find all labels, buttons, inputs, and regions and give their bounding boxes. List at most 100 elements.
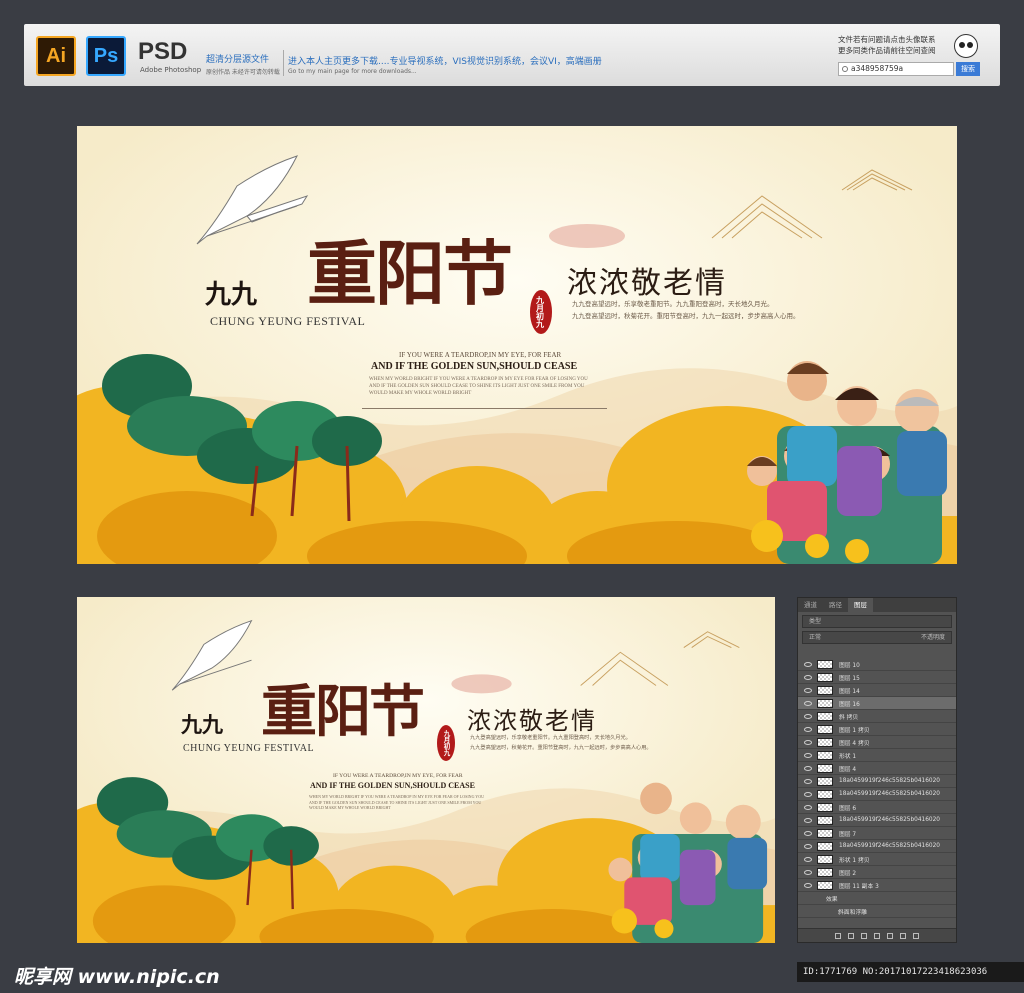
adjustment-icon[interactable] (874, 932, 880, 939)
english-small-2: AND IF THE GOLDEN SUN SHOULD CEASE TO SH… (369, 384, 585, 389)
fx-icon[interactable] (848, 932, 854, 939)
layer-row[interactable]: 图层 1 拷贝 (798, 723, 956, 736)
layers-panel-tabs: 通道 路径 图层 (798, 598, 956, 612)
contact-line-2: 更多同类作品请前往空间查阅 (838, 46, 936, 55)
trash-icon[interactable] (913, 932, 919, 939)
layer-row-selected[interactable]: 图层 16 (798, 697, 956, 710)
layer-name: 图层 7 (839, 831, 857, 838)
layer-row[interactable]: 形状 1 拷贝 (798, 853, 956, 866)
layer-row[interactable]: 图层 15 (798, 671, 956, 684)
layer-thumbnail (817, 828, 833, 838)
blend-mode-value: 正常 (809, 634, 822, 641)
layer-thumbnail (817, 776, 833, 786)
layer-row[interactable]: 图层 7 (798, 827, 956, 840)
layer-row[interactable]: 形状 1 (798, 749, 956, 762)
layer-thumbnail (817, 724, 833, 734)
layer-thumbnail (817, 685, 833, 695)
english-line-2: AND IF THE GOLDEN SUN,SHOULD CEASE (371, 361, 578, 372)
contact-line-1: 文件若有问题请点击头像联系 (838, 35, 936, 44)
layer-row[interactable]: 18a0459919f246c55825b0416020 (798, 840, 956, 853)
search-icon (842, 66, 848, 72)
red-seal-stamp-small: 九月初九 (437, 725, 455, 761)
link-layers-icon[interactable] (835, 932, 841, 939)
layer-name: 18a0459919f246c55825b0416020 (839, 843, 940, 849)
search-button[interactable]: 搜索 (956, 62, 980, 76)
eye-icon[interactable] (804, 661, 812, 667)
eye-icon[interactable] (804, 882, 812, 888)
homepage-link[interactable]: 进入本人主页更多下载....专业导视系统，VIS视觉识别系统，会议VI，高端画册 (288, 54, 602, 67)
blend-mode-select[interactable]: 正常 不透明度 (802, 631, 952, 644)
layer-effect-bevel-row[interactable]: 斜面和浮雕 (798, 905, 956, 918)
layer-row[interactable]: 图层 6 (798, 801, 956, 814)
eye-icon[interactable] (804, 700, 812, 706)
tab-channels[interactable]: 通道 (798, 598, 823, 612)
eye-icon[interactable] (804, 674, 812, 680)
eye-icon[interactable] (804, 869, 812, 875)
layer-row[interactable]: 18a0459919f246c55825b0416020 (798, 788, 956, 801)
title-english-small: CHUNG YEUNG FESTIVAL (183, 743, 315, 754)
layer-row[interactable]: 图层 4 (798, 762, 956, 775)
english-line-2-small: AND IF THE GOLDEN SUN,SHOULD CEASE (310, 781, 475, 790)
layer-row[interactable]: 图层 2 (798, 866, 956, 879)
layer-row[interactable]: 图层 14 (798, 684, 956, 697)
subtitle-respect-small: 浓浓敬老情 (467, 707, 597, 735)
group-folder-icon[interactable] (887, 932, 893, 939)
eye-icon[interactable] (804, 804, 812, 810)
layer-thumbnail (817, 750, 833, 760)
eye-icon[interactable] (804, 856, 812, 862)
layer-name: 18a0459919f246c55825b0416020 (839, 791, 940, 797)
english-small-3-small: WOULD MAKE MY WHOLE WORLD BRIGHT (309, 805, 391, 810)
layer-row[interactable]: 18a0459919f246c55825b0416020 (798, 775, 956, 788)
eye-icon[interactable] (804, 791, 812, 797)
layer-row[interactable]: 斜 拷贝 (798, 710, 956, 723)
layer-filter-select[interactable]: 类型 (802, 615, 952, 628)
layer-row[interactable]: 18a0459919f246c55825b0416020 (798, 814, 956, 827)
layer-name: 形状 1 (839, 753, 857, 760)
new-layer-icon[interactable] (900, 932, 906, 939)
subtitle-respect: 浓浓敬老情 (567, 266, 727, 301)
layer-thumbnail (817, 841, 833, 851)
header-bar: Ai Ps PSD Adobe Photoshop 超清分层源文件 原创作品 未… (24, 24, 1000, 86)
english-small-1: WHEN MY WORLD BRIGHT IF YOU WERE A TEARD… (369, 377, 588, 382)
banner-artwork (77, 126, 957, 564)
english-small-3: WOULD MAKE MY WHOLE WORLD BRIGHT (369, 391, 472, 396)
eye-icon[interactable] (804, 687, 812, 693)
site-watermark-logo: 昵享网 www.nipic.cn (14, 966, 220, 988)
tab-layers[interactable]: 图层 (848, 598, 873, 612)
layer-thumbnail (817, 737, 833, 747)
eye-icon[interactable] (804, 778, 812, 784)
layer-name: 18a0459919f246c55825b0416020 (839, 778, 940, 784)
search-input[interactable]: a348958759a (838, 62, 954, 76)
eye-icon[interactable] (804, 752, 812, 758)
layer-thumbnail (817, 815, 833, 825)
psd-title: PSD (138, 38, 188, 65)
poem-text: 九九登高望远时，乐享敬老重阳节。九九重阳登高时，天长地久月光。 九九登高望远时，… (572, 298, 800, 322)
avatar-panda-icon[interactable] (954, 34, 978, 58)
tab-paths[interactable]: 路径 (823, 598, 848, 612)
layer-name: 18a0459919f246c55825b0416020 (839, 817, 940, 823)
layer-row[interactable]: 图层 11 副本 3 (798, 879, 956, 892)
search-value: a348958759a (851, 64, 904, 73)
eye-icon[interactable] (804, 765, 812, 771)
layer-row[interactable]: 图层 10 (798, 658, 956, 671)
eye-icon[interactable] (804, 830, 812, 836)
layer-row[interactable]: 图层 4 拷贝 (798, 736, 956, 749)
eye-icon[interactable] (804, 739, 812, 745)
layer-thumbnail (817, 854, 833, 864)
title-chongyang: 重阳节 (307, 232, 513, 315)
layer-thumbnail (817, 672, 833, 682)
eye-icon[interactable] (804, 713, 812, 719)
layer-effects-row[interactable]: 效果 (798, 892, 956, 905)
eye-icon[interactable] (804, 726, 812, 732)
layers-panel: 通道 路径 图层 类型 正常 不透明度 图层 10 图层 15 图层 14 图层… (797, 597, 957, 943)
layers-list: 图层 10 图层 15 图层 14 图层 16 斜 拷贝 图层 1 拷贝 图层 … (798, 658, 956, 918)
eye-icon[interactable] (804, 843, 812, 849)
homepage-link-en[interactable]: Go to my main page for more downloads... (288, 68, 417, 75)
layer-thumbnail (817, 789, 833, 799)
mask-icon[interactable] (861, 932, 867, 939)
english-small-1-small: WHEN MY WORLD BRIGHT IF YOU WERE A TEARD… (309, 794, 484, 799)
file-type-label: 超清分层源文件 (206, 55, 270, 65)
poem-line-1: 九九登高望远时，乐享敬老重阳节。九九重阳登高时，天长地久月光。 (572, 300, 774, 308)
eye-icon[interactable] (804, 817, 812, 823)
layer-name: 图层 11 副本 3 (839, 883, 879, 890)
